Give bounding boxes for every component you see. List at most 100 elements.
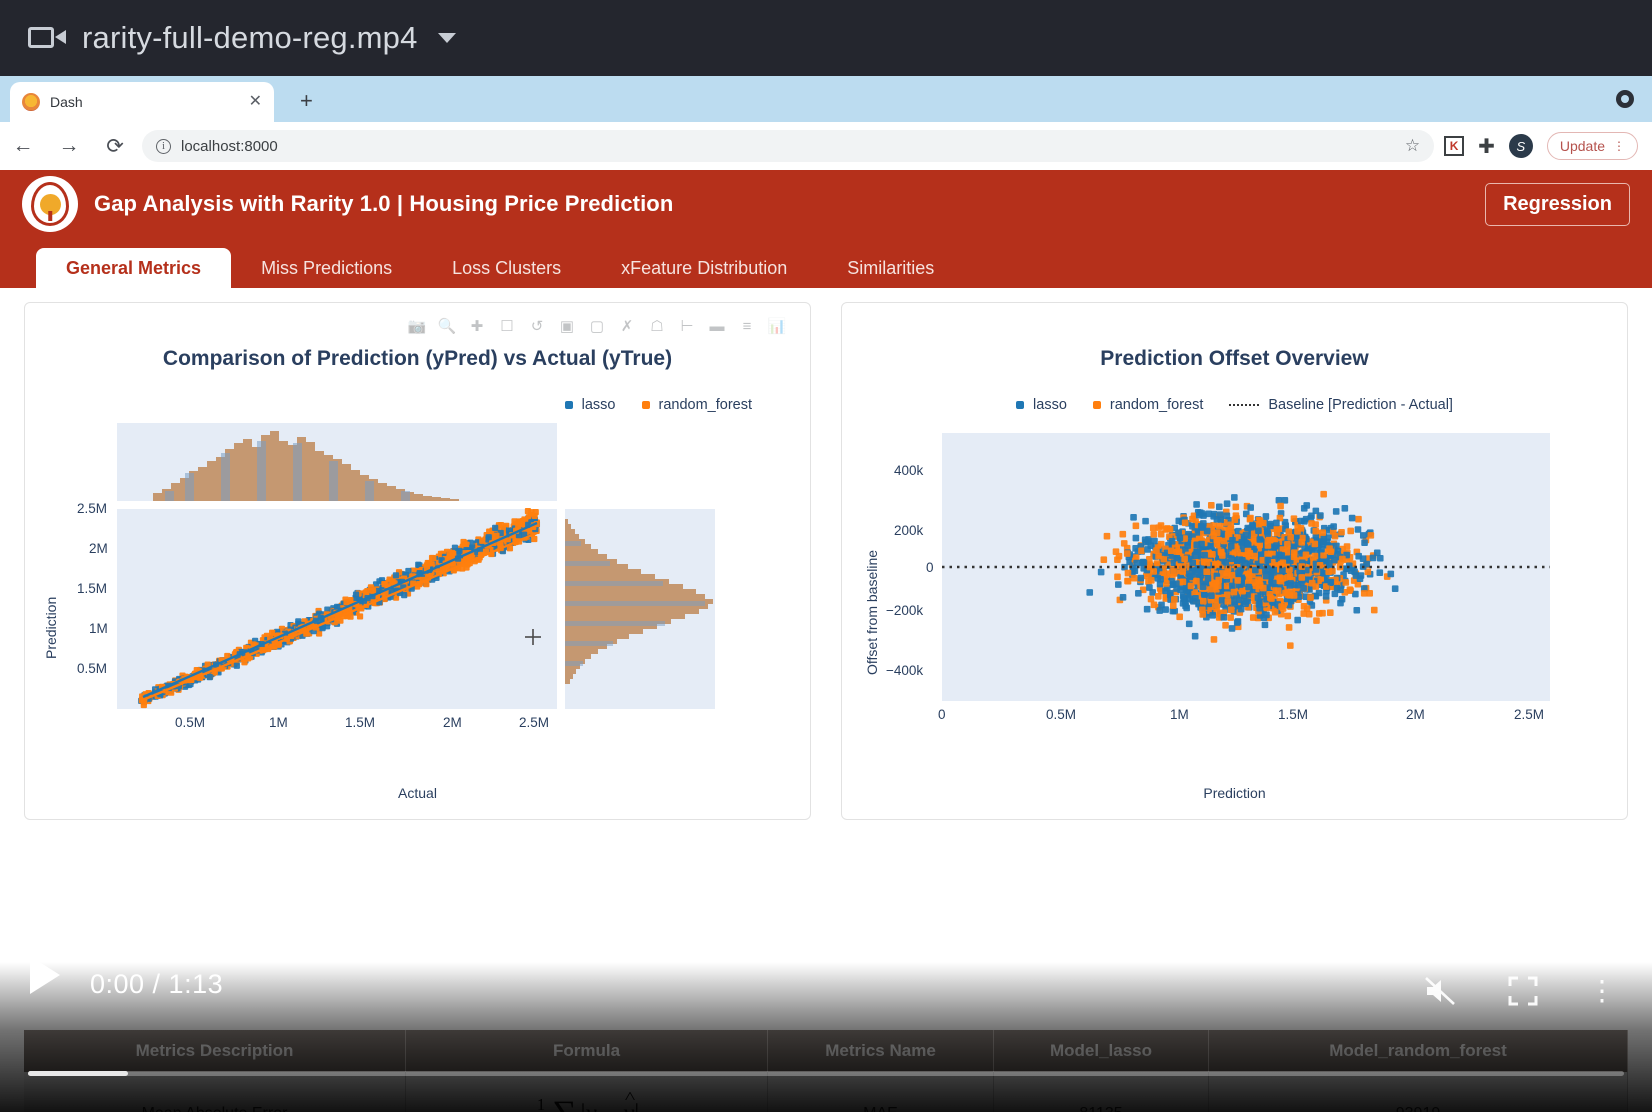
- y-tick-right-1: 200k: [894, 523, 924, 538]
- browser-navbar: ← → ⟳ i localhost:8000 ☆ K ✚ S Update ⋮: [0, 122, 1652, 170]
- dash-favicon: [22, 93, 40, 111]
- legend-swatch-baseline: [1229, 404, 1260, 406]
- app-subtitle-text: Housing Price Prediction: [409, 191, 674, 216]
- autoscale-icon[interactable]: ✗: [616, 315, 638, 337]
- rarity-logo-icon: [22, 176, 78, 232]
- reload-icon[interactable]: ⟳: [92, 134, 138, 159]
- video-controls-right: ⋮: [1424, 976, 1652, 1006]
- reset-axes-icon[interactable]: ☖: [646, 315, 668, 337]
- video-filename: rarity-full-demo-reg.mp4: [82, 20, 418, 55]
- bar-chart-icon[interactable]: 📊: [766, 315, 788, 337]
- tab-similarities[interactable]: Similarities: [817, 248, 964, 288]
- x-tick-right-5: 2.5M: [1514, 707, 1545, 722]
- legend-item-random-forest-right[interactable]: random_forest: [1092, 397, 1204, 413]
- back-arrow-icon[interactable]: ←: [0, 134, 46, 158]
- plot-area-right[interactable]: Offset from baseline 400k 200k 0 −200k −…: [842, 423, 1627, 723]
- x-tick-left-1: 1M: [269, 715, 288, 730]
- y-tick-left-1: 2M: [89, 541, 108, 556]
- x-tick-left-0: 0.5M: [175, 715, 206, 730]
- video-progress-fill: [28, 1071, 128, 1076]
- chart-legend-left: lasso random_forest: [25, 397, 810, 413]
- address-bar[interactable]: i localhost:8000 ☆: [142, 130, 1435, 162]
- charts-container: 📷 🔍 ✚ ☐ ↺ ▣ ▢ ✗ ☖ ⊢ ▬ ≡ 📊 Comparison of …: [0, 288, 1652, 820]
- y-axis-label-left: Prediction: [43, 596, 59, 659]
- box-select-icon[interactable]: ☐: [496, 315, 518, 337]
- y-tick-left-0: 2.5M: [77, 501, 108, 516]
- legend-item-baseline[interactable]: Baseline [Prediction - Actual]: [1229, 397, 1453, 413]
- x-tick-right-0: 0: [938, 707, 946, 722]
- scatter-plot-right[interactable]: [842, 423, 1582, 723]
- info-circle-icon[interactable]: i: [156, 138, 171, 154]
- toggle-spikelines-icon[interactable]: ⊢: [676, 315, 698, 337]
- zoom-icon[interactable]: 🔍: [436, 315, 458, 337]
- lasso-select-icon[interactable]: ↺: [526, 315, 548, 337]
- zoom-out-icon[interactable]: ▢: [586, 315, 608, 337]
- window-dot-icon[interactable]: [1616, 90, 1634, 108]
- zoom-in-icon[interactable]: ▣: [556, 315, 578, 337]
- y-tick-right-4: −400k: [886, 663, 924, 678]
- pan-icon[interactable]: ✚: [466, 315, 488, 337]
- hover-compare-icon[interactable]: ▬: [706, 315, 728, 337]
- kebab-menu-icon[interactable]: ⋮: [1588, 976, 1616, 1004]
- screenshot-root: rarity-full-demo-reg.mp4 Dash ✕ + ← → ⟳ …: [0, 0, 1652, 1112]
- x-tick-left-4: 2.5M: [519, 715, 550, 730]
- forward-arrow-icon[interactable]: →: [46, 134, 92, 158]
- x-tick-right-3: 1.5M: [1278, 707, 1309, 722]
- legend-label-random-forest: random_forest: [1109, 397, 1204, 413]
- legend-swatch-lasso: [1016, 401, 1025, 409]
- fullscreen-icon[interactable]: [1508, 976, 1538, 1006]
- plot-area-left[interactable]: Prediction 2.5M 2M 1.5M 1M 0.5M 0.5M 1M …: [25, 423, 810, 730]
- legend-label-lasso: lasso: [581, 397, 616, 413]
- y-tick-left-2: 1.5M: [77, 581, 108, 596]
- update-label: Update: [1559, 138, 1605, 154]
- close-icon[interactable]: ✕: [249, 94, 262, 110]
- chart-legend-right: lasso random_forest Baseline [Prediction…: [842, 397, 1627, 413]
- extension-k-icon[interactable]: K: [1444, 136, 1465, 156]
- y-tick-left-3: 1M: [89, 621, 108, 636]
- x-tick-left-3: 2M: [443, 715, 462, 730]
- y-tick-left-4: 0.5M: [77, 661, 108, 676]
- scatter-plot-left[interactable]: [25, 423, 765, 723]
- legend-swatch-random-forest: [641, 401, 650, 409]
- tab-loss-clusters[interactable]: Loss Clusters: [422, 248, 591, 288]
- tab-miss-predictions[interactable]: Miss Predictions: [231, 248, 422, 288]
- y-tick-right-0: 400k: [894, 463, 924, 478]
- chart-card-comparison: 📷 🔍 ✚ ☐ ↺ ▣ ▢ ✗ ☖ ⊢ ▬ ≡ 📊 Comparison of …: [24, 302, 811, 820]
- tab-xfeature-distribution[interactable]: xFeature Distribution: [591, 248, 817, 288]
- legend-item-random-forest-left[interactable]: random_forest: [641, 397, 752, 413]
- puzzle-piece-icon[interactable]: ✚: [1478, 134, 1495, 159]
- avatar[interactable]: S: [1508, 134, 1533, 158]
- kebab-menu-icon[interactable]: ⋮: [1613, 140, 1625, 152]
- muted-volume-icon[interactable]: [1424, 976, 1458, 1006]
- hover-closest-icon[interactable]: ≡: [736, 315, 758, 337]
- star-icon[interactable]: ☆: [1405, 136, 1420, 156]
- app-tabs: General Metrics Miss Predictions Loss Cl…: [0, 238, 1652, 288]
- x-axis-label-right: Prediction: [1203, 785, 1266, 801]
- legend-item-lasso-right[interactable]: lasso: [1016, 397, 1067, 413]
- video-time-display: 0:00 / 1:13: [90, 969, 224, 999]
- mode-badge[interactable]: Regression: [1485, 182, 1630, 226]
- new-tab-button[interactable]: +: [300, 90, 313, 112]
- video-camera-icon: [28, 23, 66, 53]
- camera-icon[interactable]: 📷: [406, 315, 428, 337]
- x-tick-left-2: 1.5M: [345, 715, 376, 730]
- play-icon[interactable]: [30, 956, 60, 994]
- x-axis-label-left: Actual: [398, 785, 437, 801]
- legend-label-baseline: Baseline [Prediction - Actual]: [1268, 397, 1453, 413]
- plotly-modebar-left: 📷 🔍 ✚ ☐ ↺ ▣ ▢ ✗ ☖ ⊢ ▬ ≡ 📊: [406, 315, 788, 337]
- app-title-text: Gap Analysis with Rarity 1.0: [94, 191, 391, 216]
- page-title: Gap Analysis with Rarity 1.0 | Housing P…: [94, 191, 673, 217]
- video-progress-bar[interactable]: [28, 1071, 1624, 1076]
- browser-actions: K ✚ S Update ⋮: [1444, 132, 1652, 160]
- tab-general-metrics[interactable]: General Metrics: [36, 248, 232, 288]
- y-tick-right-2: 0: [926, 560, 934, 575]
- video-controls-overlay: 0:00 / 1:13 ⋮: [0, 956, 1652, 1112]
- video-title-bar: rarity-full-demo-reg.mp4: [0, 0, 1652, 76]
- browser-tab-dash[interactable]: Dash ✕: [10, 82, 274, 122]
- update-button[interactable]: Update ⋮: [1546, 132, 1638, 160]
- x-tick-right-4: 2M: [1406, 707, 1425, 722]
- chevron-down-icon[interactable]: [437, 33, 456, 43]
- chart-title-right: Prediction Offset Overview: [1100, 347, 1369, 370]
- url-text: localhost:8000: [181, 137, 278, 155]
- legend-item-lasso-left[interactable]: lasso: [564, 397, 616, 413]
